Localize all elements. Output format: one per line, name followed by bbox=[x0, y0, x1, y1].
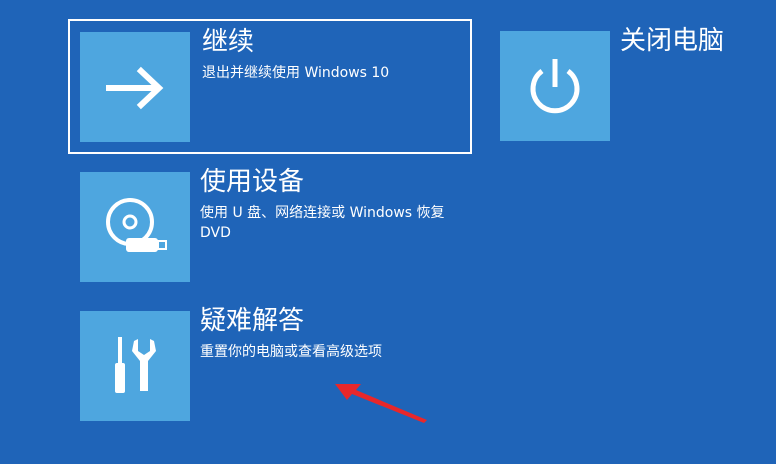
shutdown-tile[interactable] bbox=[500, 31, 610, 141]
continue-description: 退出并继续使用 Windows 10 bbox=[202, 65, 390, 81]
use-device-description: 使用 U 盘、网络连接或 Windows 恢复 DVD bbox=[200, 205, 445, 241]
tools-icon bbox=[115, 337, 156, 393]
troubleshoot-title: 疑难解答 bbox=[200, 306, 305, 336]
annotation-arrow-icon bbox=[335, 384, 427, 423]
troubleshoot-tile[interactable] bbox=[80, 311, 190, 421]
continue-title: 继续 bbox=[202, 27, 255, 57]
recovery-options-screen: 继续 退出并继续使用 Windows 10 关闭电脑 使用设备 使用 U 盘、网… bbox=[0, 0, 776, 464]
shutdown-option[interactable]: 关闭电脑 bbox=[500, 26, 740, 143]
shutdown-title: 关闭电脑 bbox=[620, 26, 725, 56]
use-device-tile[interactable] bbox=[80, 172, 190, 282]
use-device-option[interactable]: 使用设备 使用 U 盘、网络连接或 Windows 恢复 DVD bbox=[80, 167, 460, 284]
disc-usb-icon bbox=[106, 198, 167, 252]
power-icon bbox=[530, 59, 580, 114]
troubleshoot-description: 重置你的电脑或查看高级选项 bbox=[200, 344, 382, 360]
continue-tile[interactable] bbox=[80, 32, 190, 142]
continue-option[interactable]: 继续 退出并继续使用 Windows 10 bbox=[68, 19, 472, 154]
use-device-title: 使用设备 bbox=[200, 167, 305, 197]
arrow-right-icon bbox=[106, 66, 164, 110]
